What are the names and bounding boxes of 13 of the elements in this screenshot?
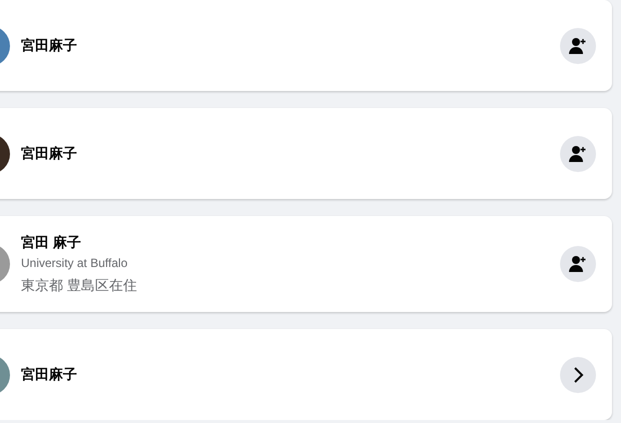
open-button[interactable] <box>560 356 596 392</box>
person-name[interactable]: 宮田 麻子 <box>21 234 560 252</box>
add-person-icon <box>568 254 588 274</box>
add-person-icon <box>568 36 588 56</box>
location-text: 東京都 豊島区在住 <box>21 276 138 294</box>
person-name[interactable]: 宮田麻子 <box>21 144 560 162</box>
add-person-icon <box>568 144 588 164</box>
add-friend-button[interactable] <box>560 246 596 282</box>
person-name[interactable]: 宮田麻子 <box>21 36 560 54</box>
add-friend-button[interactable] <box>560 136 596 172</box>
add-friend-button[interactable] <box>560 28 596 64</box>
school-text: University at Buffalo <box>21 256 128 270</box>
person-name[interactable]: 宮田麻子 <box>21 366 560 384</box>
